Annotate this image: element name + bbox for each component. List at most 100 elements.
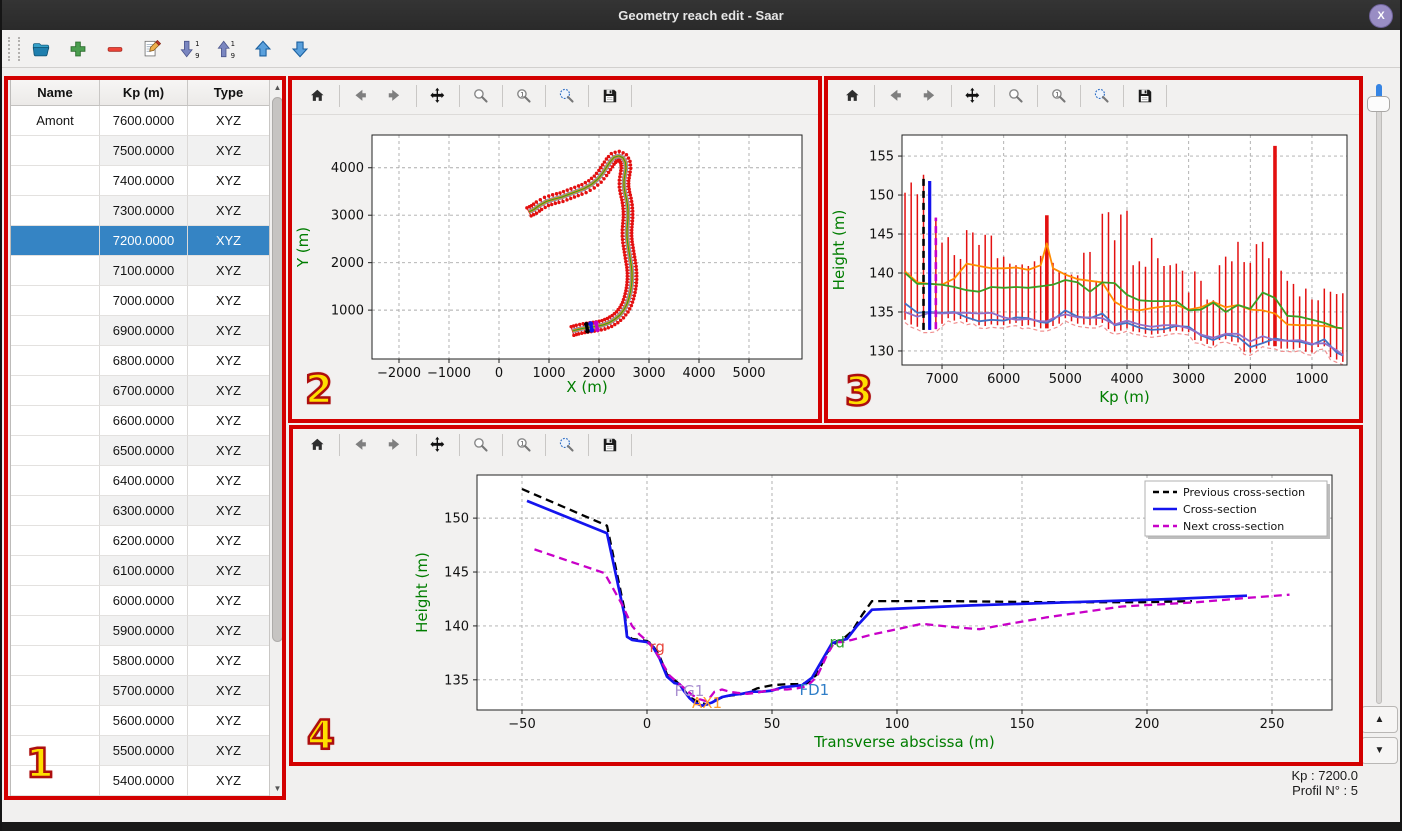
move-down-button[interactable] [284, 34, 316, 64]
table-row[interactable]: 6700.0000 XYZ [11, 376, 285, 406]
cross-section-plot[interactable]: rg FG1 AX1 FD1 rd −50 0 50 100 150 200 250 135 140 145… [291, 461, 1361, 769]
table-row[interactable]: 6200.0000 XYZ [11, 526, 285, 556]
table-row[interactable]: 5300.0000XYZ [11, 796, 285, 797]
cell-name [11, 766, 100, 796]
table-row[interactable]: 5800.0000 XYZ [11, 646, 285, 676]
table-row[interactable]: 6100.0000 XYZ [11, 556, 285, 586]
table-row[interactable]: 6000.0000 XYZ [11, 586, 285, 616]
svg-text:−2000: −2000 [377, 366, 421, 381]
svg-text:200: 200 [1135, 717, 1160, 732]
point-label-ax1: AX1 [692, 694, 722, 712]
save-button[interactable] [1130, 81, 1160, 111]
edit-profile-button[interactable] [136, 34, 168, 64]
back-button[interactable] [346, 81, 376, 111]
cell-name [11, 526, 100, 556]
back-button[interactable] [881, 81, 911, 111]
zoom-one-button[interactable]: 1 [509, 430, 539, 460]
close-button[interactable]: X [1369, 4, 1393, 28]
zoom-region-button[interactable] [1087, 81, 1117, 111]
save-button[interactable] [595, 81, 625, 111]
remove-profile-icon [107, 46, 123, 52]
pan-button[interactable] [423, 430, 453, 460]
zoom-icon [474, 438, 488, 452]
svg-text:4000: 4000 [1110, 372, 1143, 387]
table-row[interactable]: 5400.0000 XYZ [11, 766, 285, 796]
zoom-one-button[interactable]: 1 [1044, 81, 1074, 111]
back-button[interactable] [346, 430, 376, 460]
save-button[interactable] [595, 430, 625, 460]
zoom-one-button[interactable]: 1 [509, 81, 539, 111]
table-row[interactable]: 7100.0000 XYZ [11, 256, 285, 286]
zoom-button[interactable] [466, 81, 496, 111]
table-row[interactable]: 7500.0000 XYZ [11, 136, 285, 166]
home-button[interactable] [303, 430, 333, 460]
table-row[interactable]: 7000.0000 XYZ [11, 286, 285, 316]
open-folder-button[interactable] [25, 34, 57, 64]
table-row[interactable]: 6800.0000 XYZ [11, 346, 285, 376]
forward-button[interactable] [380, 430, 410, 460]
svg-text:135: 135 [869, 305, 894, 320]
table-row-selected[interactable]: 7200.0000 XYZ [11, 226, 285, 256]
move-up-icon [254, 40, 272, 56]
cell-kp: 6600.0000 [100, 406, 188, 436]
home-button[interactable] [838, 81, 868, 111]
table-scrollbar[interactable]: ▲ ▼ [269, 79, 285, 797]
table-row[interactable]: 6400.0000 XYZ [11, 466, 285, 496]
add-profile-button[interactable] [62, 34, 94, 64]
pan-button[interactable] [958, 81, 988, 111]
sort-descending-button[interactable]: 19 [173, 34, 205, 64]
profile-slider-thumb[interactable] [1367, 96, 1390, 112]
zoom-region-button[interactable] [552, 81, 582, 111]
zoom-button[interactable] [466, 430, 496, 460]
table-row[interactable]: 6900.0000 XYZ [11, 316, 285, 346]
table-row[interactable]: 6500.0000 XYZ [11, 436, 285, 466]
table-row[interactable]: 5500.0000 XYZ [11, 736, 285, 766]
toolbar-grip-handle[interactable] [8, 36, 20, 61]
column-header-type[interactable]: Type [188, 79, 270, 105]
pan-button[interactable] [423, 81, 453, 111]
cell-type: XYZ [188, 646, 270, 676]
table-row[interactable]: Amont 7600.0000 XYZ [11, 106, 285, 136]
table-scrollbar-thumb[interactable] [272, 97, 283, 642]
table-row[interactable]: 6300.0000 XYZ [11, 496, 285, 526]
column-header-kp-m[interactable]: Kp (m) [100, 79, 188, 105]
plan-view-plot[interactable]: −2000 −1000 0 1000 2000 3000 4000 5000 1000 2000 3… [292, 115, 820, 426]
cell-name [11, 796, 100, 797]
cell-kp: 6400.0000 [100, 466, 188, 496]
cell-type: XYZ [188, 466, 270, 496]
toolbar-separator [1123, 85, 1124, 107]
zoom-button[interactable] [1001, 81, 1031, 111]
remove-profile-button[interactable] [99, 34, 131, 64]
column-header-name[interactable]: Name [11, 79, 100, 105]
profile-up-button[interactable]: ▲ [1361, 706, 1398, 733]
table-row[interactable]: 7300.0000 XYZ [11, 196, 285, 226]
pan-icon [430, 436, 445, 452]
zoom-region-button[interactable] [552, 430, 582, 460]
table-row[interactable]: 5600.0000 XYZ [11, 706, 285, 736]
profile-plot[interactable]: 7000 6000 5000 4000 3000 2000 1000 130 135 140 145… [826, 115, 1361, 426]
table-row[interactable]: 5700.0000 XYZ [11, 676, 285, 706]
titlebar[interactable]: Geometry reach edit - Saar X [2, 0, 1400, 30]
scroll-up-icon[interactable]: ▲ [270, 80, 285, 95]
table-row[interactable]: 7400.0000 XYZ [11, 166, 285, 196]
table-row[interactable]: 5900.0000 XYZ [11, 616, 285, 646]
sort-ascending-button[interactable]: 19 [210, 34, 242, 64]
zoom-icon [1009, 89, 1023, 103]
table-row[interactable]: 6600.0000 XYZ [11, 406, 285, 436]
home-button[interactable] [303, 81, 333, 111]
forward-button[interactable] [380, 81, 410, 111]
cell-kp: 6700.0000 [100, 376, 188, 406]
cross-section-panel: 1 rg FG1 AX1 FD1 rd −50 0 50 100 150 200 250 135 140 1… [291, 427, 1361, 764]
svg-text:−1000: −1000 [427, 366, 471, 381]
forward-button[interactable] [915, 81, 945, 111]
profile-slider-groove[interactable] [1376, 84, 1382, 704]
profile-down-button[interactable]: ▼ [1361, 737, 1398, 764]
move-up-button[interactable] [247, 34, 279, 64]
add-profile-icon [70, 41, 86, 56]
pan-icon [430, 87, 445, 103]
cell-type: XYZ [188, 556, 270, 586]
svg-text:150: 150 [444, 512, 469, 527]
cell-type: XYZ [188, 376, 270, 406]
scroll-down-icon[interactable]: ▼ [270, 781, 285, 796]
svg-text:1: 1 [231, 39, 235, 47]
